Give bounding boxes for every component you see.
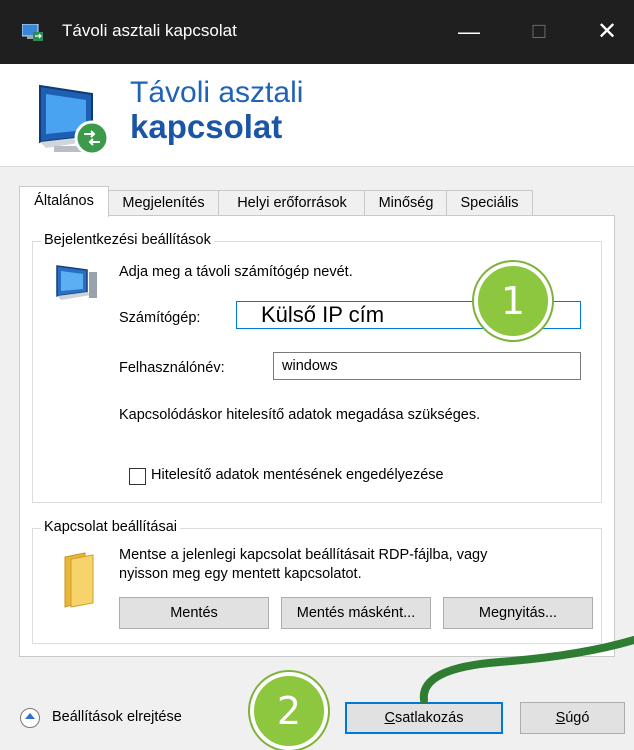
computer-name-hint: Adja meg a távoli számítógép nevét. [119,264,353,280]
save-as-button[interactable]: Mentés másként... [281,597,431,629]
remote-desktop-monitor-icon [39,84,110,156]
maximize-button[interactable]: ☐ [516,16,562,48]
connection-description-line2: nyisson meg egy mentett kapcsolatot. [119,566,362,582]
computer-icon [56,265,97,300]
help-label: úgó [565,710,590,726]
tab-local-resources[interactable]: Helyi erőforrások [218,190,366,215]
login-settings-title: Bejelentkezési beállítások [41,232,214,248]
save-credentials-label[interactable]: Hitelesítő adatok mentésének engedélyezé… [151,467,444,483]
folder-icon [64,552,94,608]
banner-title-line2: kapcsolat [130,108,283,145]
save-credentials-checkbox[interactable] [129,468,146,485]
open-button[interactable]: Megnyitás... [443,597,593,629]
username-input[interactable]: windows [273,352,581,380]
tab-advanced[interactable]: Speciális [446,190,533,215]
title-bar: Távoli asztali kapcsolat — ☐ ✕ [0,0,634,64]
annotation-badge-2: 2 [250,672,328,750]
connect-accel: C [384,710,395,726]
header-banner: Távoli asztali kapcsolat [0,64,634,167]
connection-description-line1: Mentse a jelenlegi kapcsolat beállításai… [119,547,488,563]
chevron-up-icon [25,713,35,719]
connection-settings-group: Kapcsolat beállításai Mentse a jelenlegi… [32,519,602,644]
connect-label: satlakozás [394,710,464,726]
tab-experience[interactable]: Minőség [364,190,448,215]
window-title: Távoli asztali kapcsolat [62,21,237,40]
hide-options-toggle[interactable] [20,708,40,728]
remote-desktop-app-icon [22,24,43,41]
hide-options-label[interactable]: Beállítások elrejtése [52,709,182,725]
save-button[interactable]: Mentés [119,597,269,629]
username-label: Felhasználónév: [119,360,225,376]
minimize-button[interactable]: — [446,16,492,48]
connection-settings-title: Kapcsolat beállításai [41,519,180,535]
annotation-badge-1: 1 [474,262,552,340]
annotation-arrow [419,636,634,704]
close-button[interactable]: ✕ [584,16,630,48]
banner-title-line1: Távoli asztali [130,76,304,109]
tab-display[interactable]: Megjelenítés [107,190,220,215]
credentials-note: Kapcsolódáskor hitelesítő adatok megadás… [119,407,481,423]
computer-label: Számítógép: [119,310,201,326]
tab-general[interactable]: Általános [19,186,109,217]
help-accel: S [555,710,566,726]
